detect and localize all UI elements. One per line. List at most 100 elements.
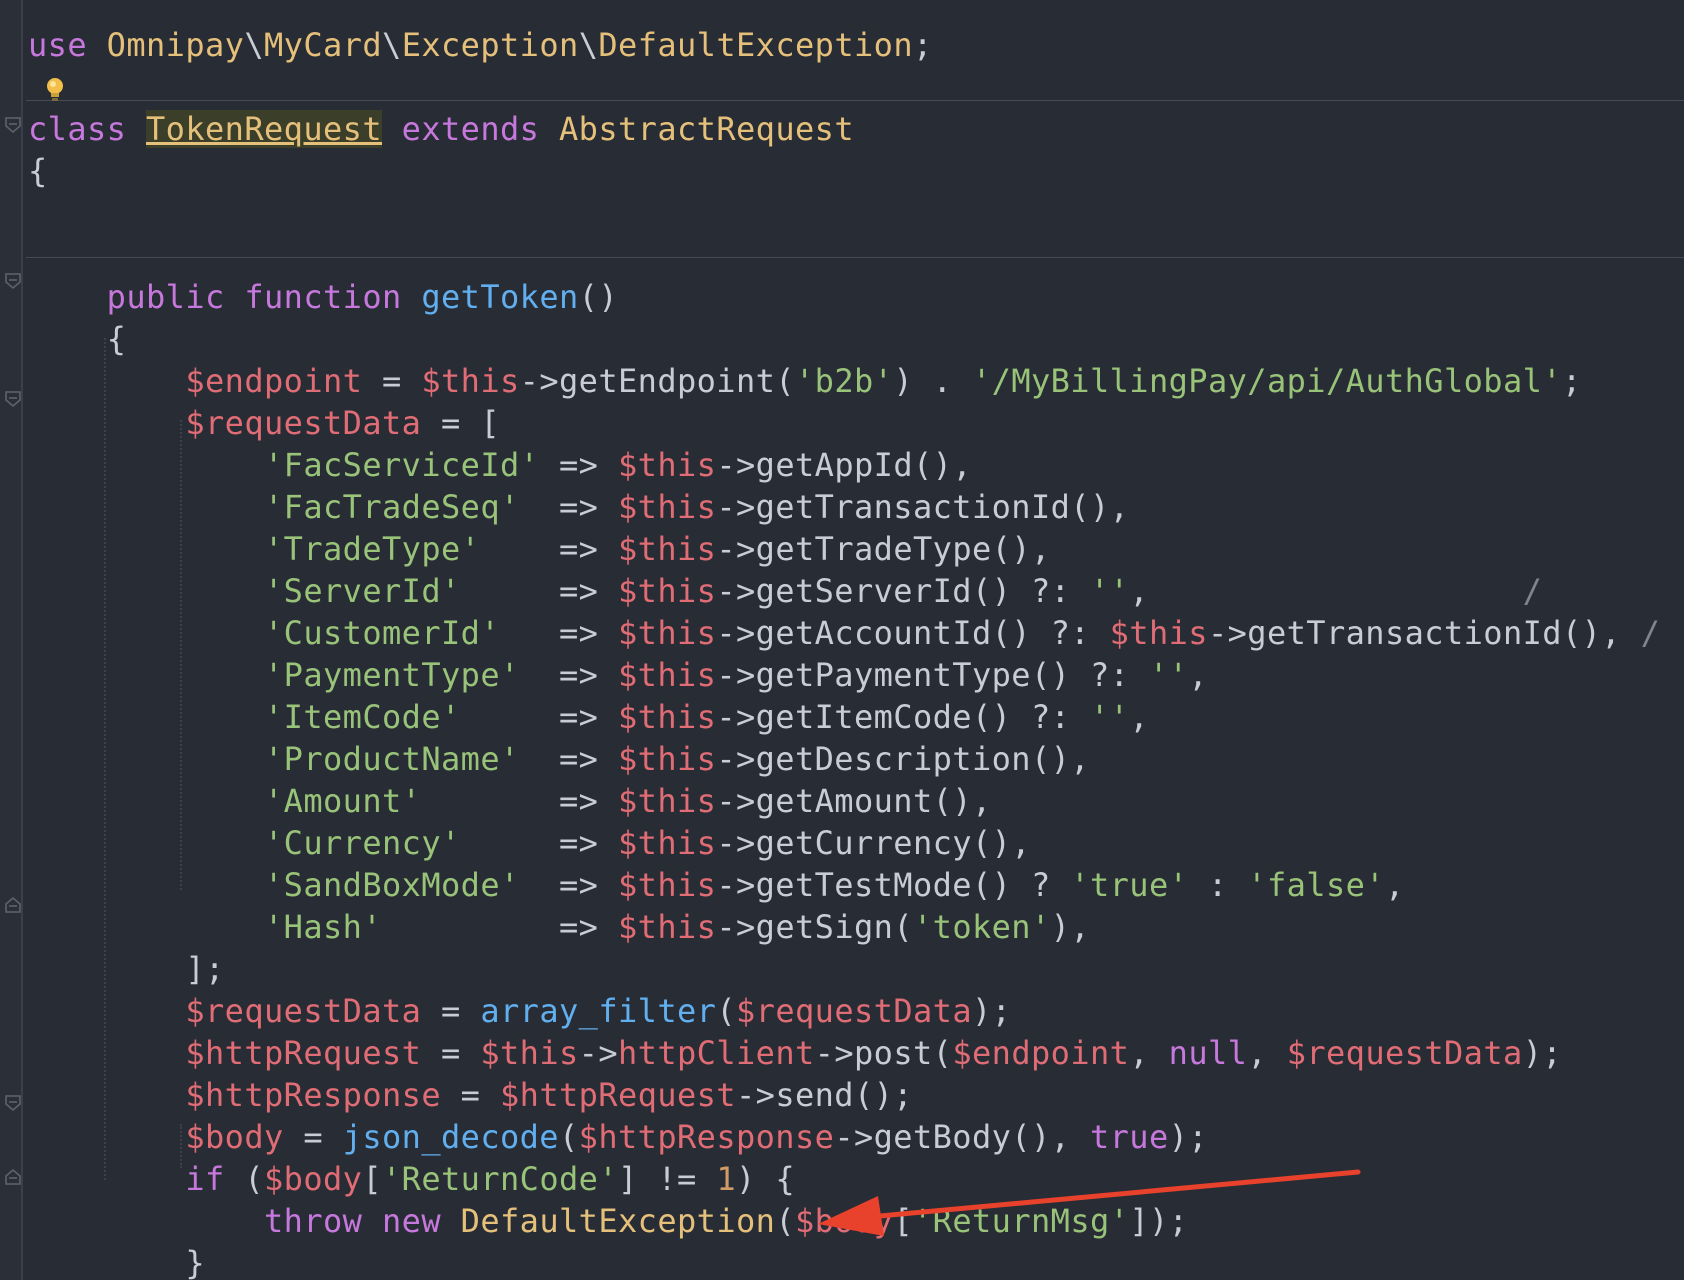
code-token: DefaultException (460, 1202, 776, 1240)
code-token: ]); (1129, 1202, 1189, 1240)
code-line[interactable]: 'ProductName' => $this->getDescription()… (28, 738, 1660, 780)
code-line[interactable]: 'SandBoxMode' => $this->getTestMode() ? … (28, 864, 1660, 906)
code-token: class (28, 110, 127, 148)
code-token: = [ (421, 404, 500, 442)
fold-marker-icon[interactable] (4, 116, 22, 134)
code-line[interactable]: public function getToken() (28, 276, 1660, 318)
code-line[interactable]: { (28, 150, 1660, 192)
code-line[interactable]: $requestData = array_filter($requestData… (28, 990, 1660, 1032)
code-line[interactable] (28, 234, 1660, 276)
code-line[interactable] (28, 192, 1660, 234)
code-token: [ (362, 1160, 383, 1198)
code-token: = (362, 362, 422, 400)
code-token: => (480, 530, 618, 568)
code-token: => (519, 488, 618, 526)
code-token: 'ProductName' (264, 740, 520, 778)
code-line[interactable]: throw new DefaultException($body['Return… (28, 1200, 1660, 1242)
code-line[interactable]: 'ServerId' => $this->getServerId() ?: ''… (28, 570, 1660, 612)
code-editor[interactable]: use Omnipay\MyCard\Exception\DefaultExce… (0, 0, 1684, 1280)
code-line[interactable]: 'Amount' => $this->getAmount(), (28, 780, 1660, 822)
code-token: () (578, 278, 619, 316)
code-token: $this (618, 908, 717, 946)
code-token: $this (618, 614, 717, 652)
fold-marker-icon[interactable] (4, 390, 22, 408)
code-token: , (1129, 1034, 1169, 1072)
code-line[interactable]: } (28, 1242, 1660, 1280)
fold-marker-icon[interactable] (4, 272, 22, 290)
code-token: 'ServerId' (264, 572, 461, 610)
code-line[interactable]: if ($body['ReturnCode'] != 1) { (28, 1158, 1660, 1200)
code-token: 'PaymentType' (264, 656, 520, 694)
code-token: => (519, 740, 618, 778)
code-line[interactable] (28, 66, 1660, 108)
code-line[interactable]: 'TradeType' => $this->getTradeType(), (28, 528, 1660, 570)
code-token: 'Currency' (264, 824, 461, 862)
code-token: { (28, 320, 127, 358)
code-token: ->getEndpoint( (519, 362, 795, 400)
code-line[interactable]: 'PaymentType' => $this->getPaymentType()… (28, 654, 1660, 696)
fold-end-icon[interactable] (4, 1168, 22, 1186)
code-line[interactable]: { (28, 318, 1660, 360)
code-token: => (460, 698, 618, 736)
code-line[interactable]: 'ItemCode' => $this->getItemCode() ?: ''… (28, 696, 1660, 738)
code-token: array_filter (480, 992, 717, 1030)
code-token: 'false' (1247, 866, 1385, 904)
code-token: = (421, 1034, 481, 1072)
code-token: $this (617, 698, 717, 736)
code-token: ->getBody(), (834, 1118, 1090, 1156)
code-token: ) . (893, 362, 972, 400)
code-token: 'FacTradeSeq' (264, 488, 520, 526)
code-line[interactable]: 'FacServiceId' => $this->getAppId(), (28, 444, 1660, 486)
code-token: $this (421, 362, 520, 400)
code-line[interactable]: use Omnipay\MyCard\Exception\DefaultExce… (28, 24, 1660, 66)
code-line[interactable]: class TokenRequest extends AbstractReque… (28, 108, 1660, 150)
code-line[interactable]: $endpoint = $this->getEndpoint('b2b') . … (28, 360, 1660, 402)
code-line[interactable]: 'CustomerId' => $this->getAccountId() ?:… (28, 612, 1660, 654)
code-area[interactable]: use Omnipay\MyCard\Exception\DefaultExce… (28, 24, 1660, 1280)
code-line[interactable]: $requestData = [ (28, 402, 1660, 444)
code-line[interactable]: ]; (28, 948, 1660, 990)
code-token: , (1129, 698, 1149, 736)
code-token: = (440, 1076, 500, 1114)
code-token: ->getCurrency(), (716, 824, 1031, 862)
code-token: AbstractRequest (559, 110, 854, 148)
code-token: $httpResponse (578, 1118, 835, 1156)
code-line[interactable]: 'Currency' => $this->getCurrency(), (28, 822, 1660, 864)
code-line[interactable]: $httpResponse = $httpRequest->send(); (28, 1074, 1660, 1116)
code-token: throw (264, 1202, 363, 1240)
code-line[interactable]: $httpRequest = $this->httpClient->post($… (28, 1032, 1660, 1074)
gutter-border (21, 0, 23, 1280)
fold-marker-icon[interactable] (4, 1094, 22, 1112)
fold-end-icon[interactable] (4, 896, 22, 914)
code-token: ->post( (814, 1034, 953, 1072)
code-token: => (519, 866, 618, 904)
code-token: Omnipay (106, 26, 245, 64)
code-token: , (1188, 656, 1208, 694)
code-line[interactable]: $body = json_decode($httpResponse->getBo… (28, 1116, 1660, 1158)
code-token: => (539, 446, 618, 484)
code-token: $this (617, 866, 717, 904)
code-token: = (283, 1118, 343, 1156)
code-token: if (185, 1160, 225, 1198)
code-token: $endpoint (952, 1034, 1130, 1072)
code-token: 'SandBoxMode' (264, 866, 520, 904)
code-line[interactable]: 'Hash' => $this->getSign('token'), (28, 906, 1660, 948)
code-token: ->getTestMode() ? (716, 866, 1071, 904)
code-token: Exception (401, 26, 579, 64)
code-line[interactable]: 'FacTradeSeq' => $this->getTransactionId… (28, 486, 1660, 528)
code-token: ); (1168, 1118, 1208, 1156)
code-token: ); (1522, 1034, 1563, 1072)
code-token: 'TradeType' (264, 530, 481, 568)
code-token: $requestData (185, 992, 422, 1030)
code-token: $this (617, 824, 717, 862)
